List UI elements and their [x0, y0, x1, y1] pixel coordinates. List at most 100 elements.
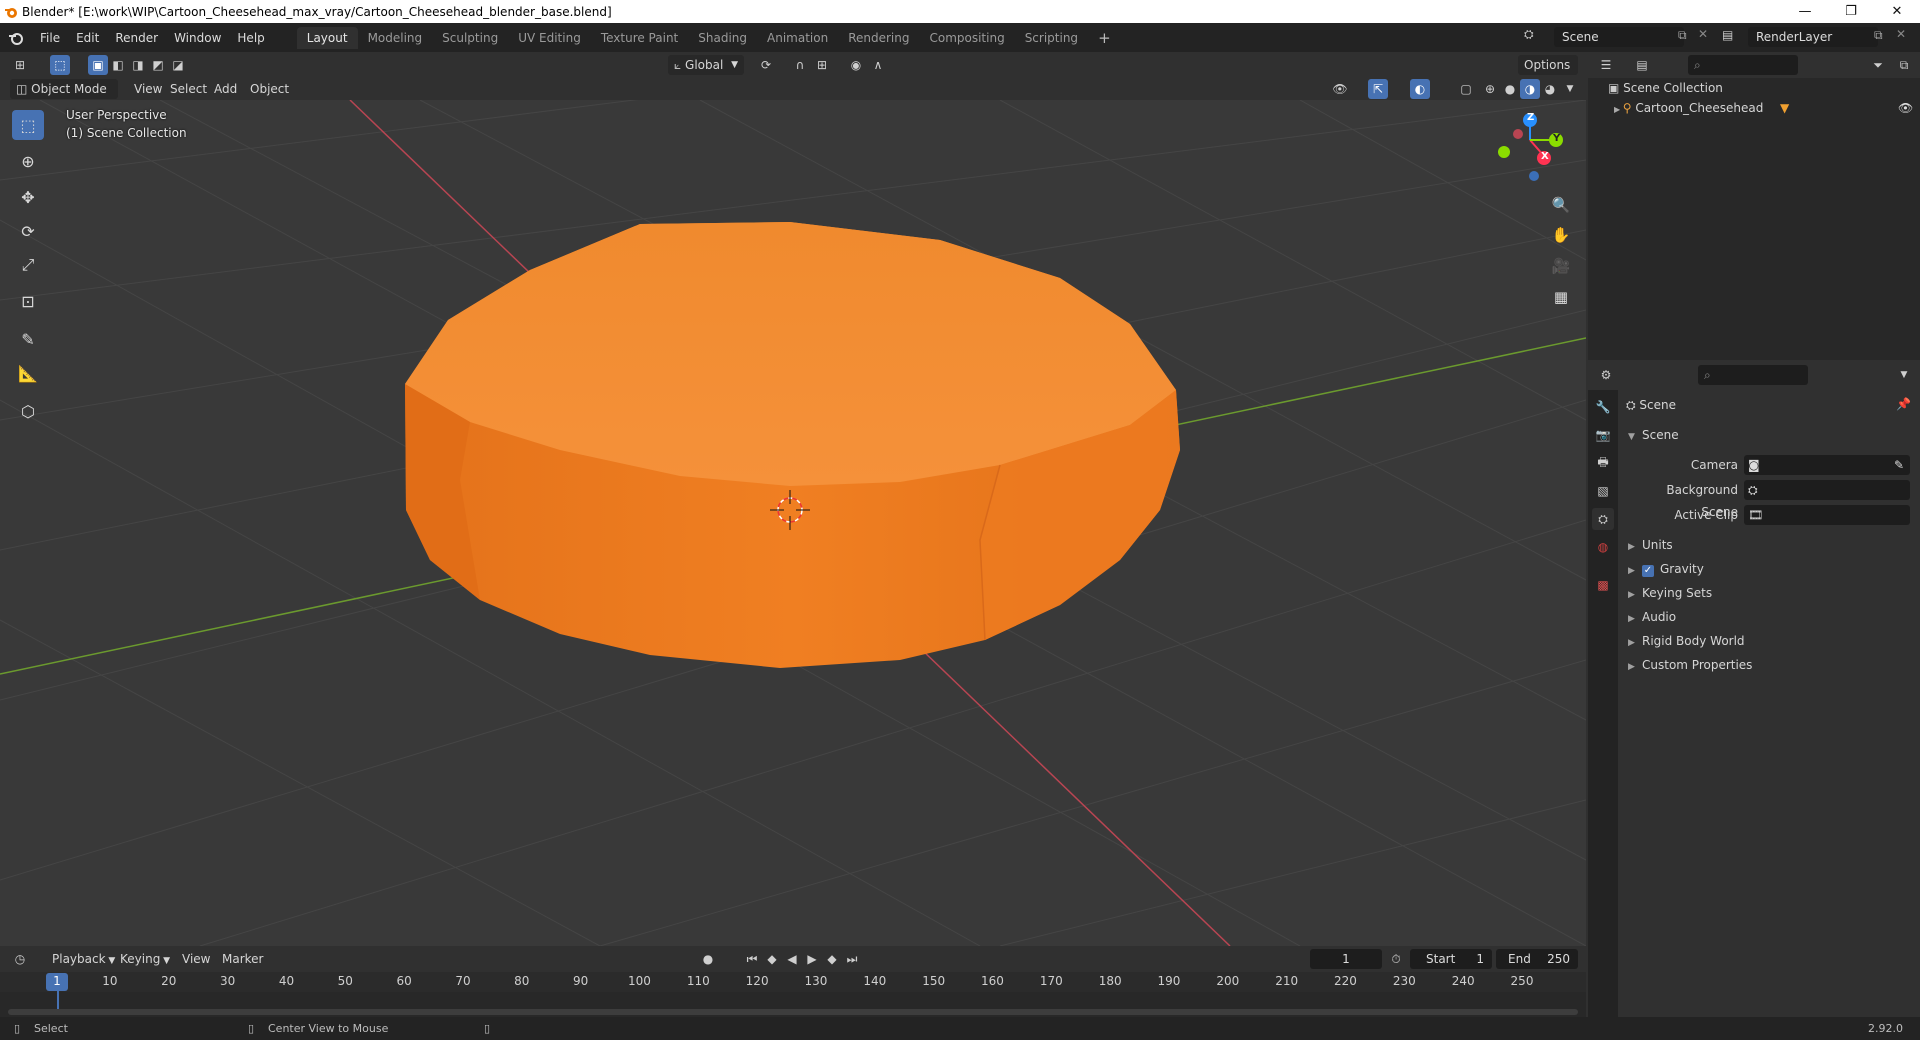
jump-end-icon[interactable]: ⏭ — [842, 949, 862, 969]
proportional-edit-icon[interactable]: ◉ — [846, 55, 866, 75]
select-mode-extend-icon[interactable]: ◧ — [108, 55, 128, 75]
new-collection-icon[interactable]: ⧉ — [1894, 55, 1914, 75]
keying-menu[interactable]: Keying ▼ — [114, 949, 176, 969]
play-reverse-icon[interactable]: ◀ — [782, 949, 802, 969]
rotate-tool-icon[interactable]: ⟳ — [12, 216, 44, 246]
chevron-down-icon[interactable]: ▼ — [1560, 79, 1580, 99]
start-frame-field[interactable]: Start 1 — [1410, 949, 1492, 969]
falloff-icon[interactable]: ∧ — [868, 55, 888, 75]
transform-orientation-dropdown[interactable]: ⟀ Global ▼ — [668, 55, 744, 75]
rigid-body-world-panel-header[interactable]: ▶ Rigid Body World — [1628, 630, 1745, 652]
prev-keyframe-icon[interactable]: ◆ — [762, 949, 782, 969]
menu-object[interactable]: Object — [244, 79, 295, 99]
select-tool-icon[interactable]: ⬚ — [12, 110, 44, 140]
menu-help[interactable]: Help — [229, 27, 272, 49]
options-dropdown[interactable]: Options ▼ — [1518, 55, 1578, 94]
tool-tab-icon[interactable]: 🔧 — [1592, 396, 1614, 418]
select-mode-intersect-icon[interactable]: ◪ — [168, 55, 188, 75]
menu-edit[interactable]: Edit — [68, 27, 107, 49]
marker-menu[interactable]: Marker — [216, 949, 269, 969]
select-mode-new-icon[interactable]: ▣ — [88, 55, 108, 75]
properties-search-input[interactable]: ⌕ — [1698, 365, 1808, 385]
keying-sets-panel-header[interactable]: ▶ Keying Sets — [1628, 582, 1712, 604]
tab-modeling[interactable]: Modeling — [358, 27, 433, 49]
background-scene-field[interactable]: ⛭ — [1744, 480, 1910, 500]
tab-compositing[interactable]: Compositing — [919, 27, 1014, 49]
properties-editor-type-icon[interactable]: ⚙ — [1596, 365, 1616, 385]
armature-data-icon[interactable]: ▼ — [1780, 98, 1789, 118]
minimize-button[interactable]: — — [1782, 0, 1828, 23]
tab-uv-editing[interactable]: UV Editing — [508, 27, 591, 49]
new-view-layer-icon[interactable]: ⧉ — [1874, 28, 1883, 43]
texture-tab-icon[interactable]: ▩ — [1592, 574, 1614, 596]
blender-menu-icon[interactable] — [0, 31, 32, 45]
outliner-scene-collection[interactable]: ▣ Scene Collection — [1608, 78, 1723, 98]
select-box-icon[interactable]: ⬚ — [50, 55, 70, 75]
shading-wireframe-icon[interactable]: ⊕ — [1480, 79, 1500, 99]
record-icon[interactable]: ● — [698, 949, 718, 969]
remove-scene-icon[interactable]: ✕ — [1698, 27, 1708, 41]
units-panel-header[interactable]: ▶ Units — [1628, 534, 1673, 556]
custom-properties-panel-header[interactable]: ▶ Custom Properties — [1628, 654, 1752, 676]
gizmo-y-label[interactable]: Y — [1553, 133, 1560, 144]
scene-field[interactable]: Scene — [1554, 27, 1684, 47]
select-mode-invert-icon[interactable]: ◩ — [148, 55, 168, 75]
gizmo-toggle-icon[interactable]: ⇱ — [1368, 79, 1388, 99]
pan-hand-icon[interactable]: ✋ — [1548, 222, 1574, 248]
menu-window[interactable]: Window — [166, 27, 229, 49]
tab-sculpting[interactable]: Sculpting — [432, 27, 508, 49]
play-icon[interactable]: ▶ — [802, 949, 822, 969]
scene-tab-icon[interactable]: ⛭ — [1592, 508, 1614, 530]
renderlayer-field[interactable]: RenderLayer — [1748, 27, 1878, 47]
move-tool-icon[interactable]: ✥ — [12, 182, 44, 212]
annotate-tool-icon[interactable]: ✎ — [12, 324, 44, 354]
shading-solid-icon[interactable]: ● — [1500, 79, 1520, 99]
visibility-eye-icon[interactable]: 👁 — [1330, 79, 1350, 99]
view-layer-tab-icon[interactable]: ▧ — [1592, 480, 1614, 502]
scene-section-header[interactable]: ▼ Scene — [1628, 424, 1679, 446]
xray-toggle-icon[interactable]: ▢ — [1456, 79, 1476, 99]
scene-icon[interactable]: ⛭ — [1524, 27, 1548, 47]
tab-scripting[interactable]: Scripting — [1015, 27, 1088, 49]
overlays-toggle-icon[interactable]: ◐ — [1410, 79, 1430, 99]
timeline-scrollbar[interactable] — [8, 1009, 1578, 1015]
shading-rendered-icon[interactable]: ◕ — [1540, 79, 1560, 99]
gravity-checkbox[interactable]: ✓ — [1642, 565, 1654, 577]
audio-panel-header[interactable]: ▶ Audio — [1628, 606, 1676, 628]
eyedropper-icon[interactable]: ✎ — [1894, 455, 1904, 475]
select-mode-subtract-icon[interactable]: ◨ — [128, 55, 148, 75]
menu-file[interactable]: File — [32, 27, 68, 49]
display-mode-icon[interactable]: ▤ — [1632, 55, 1652, 75]
playback-menu[interactable]: Playback ▼ — [46, 949, 121, 969]
transform-tool-icon[interactable]: ⊡ — [12, 286, 44, 316]
camera-field[interactable]: ◙ ✎ — [1744, 455, 1910, 475]
render-tab-icon[interactable]: 📷 — [1592, 424, 1614, 446]
add-cube-tool-icon[interactable]: ⬡ — [12, 396, 44, 426]
output-tab-icon[interactable]: 🖶 — [1592, 452, 1614, 474]
chevron-down-icon[interactable]: ▼ — [1894, 365, 1914, 385]
view-layer-icon[interactable]: ▤ — [1722, 28, 1733, 42]
tab-layout[interactable]: Layout — [296, 26, 358, 49]
menu-add[interactable]: Add — [208, 79, 243, 99]
end-frame-field[interactable]: End 250 — [1496, 949, 1578, 969]
editor-type-icon[interactable]: ⊞ — [10, 55, 30, 75]
shading-material-icon[interactable]: ◑ — [1520, 79, 1540, 99]
tab-shading[interactable]: Shading — [688, 27, 757, 49]
current-frame-field[interactable]: 1 — [1310, 949, 1382, 969]
cursor-tool-icon[interactable]: ⊕ — [12, 146, 44, 176]
measure-tool-icon[interactable]: 📐 — [12, 358, 44, 388]
gizmo-z-label[interactable]: Z — [1527, 112, 1534, 123]
outliner-item[interactable]: ▶ ⚲ Cartoon_Cheesehead ▼ 👁 — [1614, 98, 1914, 118]
jump-start-icon[interactable]: ⏮ — [742, 949, 762, 969]
gravity-panel-header[interactable]: ▶ ✓ Gravity — [1628, 558, 1704, 580]
filter-icon[interactable]: ⏷ — [1868, 55, 1888, 75]
active-clip-field[interactable]: 🎞 — [1744, 505, 1910, 525]
zoom-icon[interactable]: 🔍 — [1548, 192, 1574, 218]
close-button[interactable]: ✕ — [1874, 0, 1920, 23]
3d-viewport[interactable]: Z X Y User Perspective (1) Scene Collect… — [0, 100, 1586, 946]
menu-render[interactable]: Render — [107, 27, 166, 49]
menu-select[interactable]: Select — [164, 79, 213, 99]
maximize-button[interactable]: ❐ — [1828, 0, 1874, 23]
snap-magnet-icon[interactable]: ∩ — [790, 55, 810, 75]
menu-view[interactable]: View — [128, 79, 168, 99]
